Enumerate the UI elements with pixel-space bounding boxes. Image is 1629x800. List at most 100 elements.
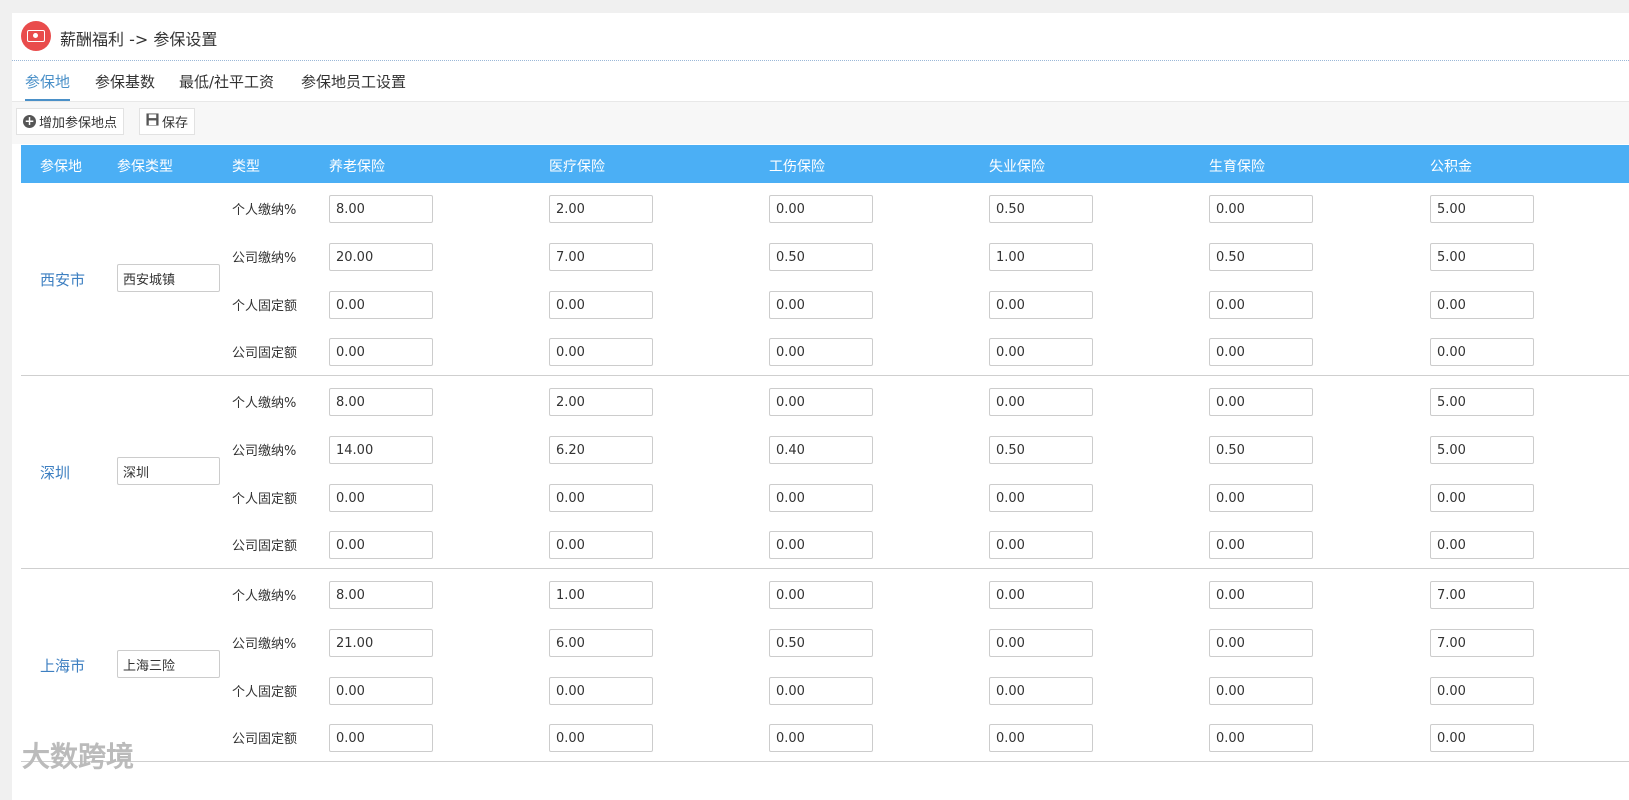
rate-input[interactable] [989, 677, 1093, 705]
rate-input[interactable] [549, 724, 653, 752]
rate-input[interactable] [989, 291, 1093, 319]
rate-input[interactable] [1430, 581, 1534, 609]
location-name[interactable]: 上海市 [40, 655, 85, 676]
rate-input[interactable] [769, 243, 873, 271]
insurance-type-input[interactable] [117, 264, 220, 292]
rate-input[interactable] [1209, 629, 1313, 657]
rate-input[interactable] [769, 338, 873, 366]
location-name[interactable]: 深圳 [40, 462, 70, 483]
row-type-label: 个人缴纳% [232, 203, 297, 218]
rate-input[interactable] [1430, 195, 1534, 223]
header-type: 类型 [232, 159, 260, 175]
header-insurance-type: 参保类型 [117, 159, 173, 175]
rate-input[interactable] [549, 677, 653, 705]
rate-input[interactable] [329, 243, 433, 271]
rate-input[interactable] [989, 243, 1093, 271]
rate-input[interactable] [1430, 291, 1534, 319]
rate-input[interactable] [1430, 436, 1534, 464]
rate-input[interactable] [1430, 724, 1534, 752]
rate-input[interactable] [769, 388, 873, 416]
rate-input[interactable] [989, 531, 1093, 559]
rate-input[interactable] [549, 388, 653, 416]
rate-input[interactable] [769, 724, 873, 752]
location-group: 深圳 个人缴纳% 公司缴纳% 个人固定额公司固定额 [21, 376, 1629, 569]
insurance-type-input[interactable] [117, 457, 220, 485]
rate-input[interactable] [1430, 677, 1534, 705]
rate-input[interactable] [1209, 436, 1313, 464]
rate-input[interactable] [329, 531, 433, 559]
rate-input[interactable] [329, 629, 433, 657]
row-type-label: 公司缴纳% [232, 251, 297, 266]
rate-input[interactable] [1430, 629, 1534, 657]
rate-input[interactable] [1209, 484, 1313, 512]
rate-input[interactable] [549, 531, 653, 559]
rate-input[interactable] [769, 436, 873, 464]
rate-input[interactable] [989, 724, 1093, 752]
rate-input[interactable] [1209, 531, 1313, 559]
rate-input[interactable] [549, 291, 653, 319]
tab-min-avg-wage[interactable]: 最低/社平工资 [179, 71, 274, 101]
header-location: 参保地 [40, 159, 82, 175]
rate-input[interactable] [989, 195, 1093, 223]
insurance-type-input[interactable] [117, 650, 220, 678]
rate-input[interactable] [769, 195, 873, 223]
rate-input[interactable] [1209, 195, 1313, 223]
row-type-label: 个人缴纳% [232, 589, 297, 604]
rate-input[interactable] [329, 291, 433, 319]
rate-input[interactable] [769, 581, 873, 609]
rate-input[interactable] [769, 484, 873, 512]
save-button[interactable]: 保存 [139, 108, 196, 135]
tab-insurance-base[interactable]: 参保基数 [95, 71, 155, 101]
rate-input[interactable] [549, 629, 653, 657]
rate-input[interactable] [1209, 724, 1313, 752]
rate-input[interactable] [549, 436, 653, 464]
rate-input[interactable] [549, 338, 653, 366]
rate-input[interactable] [1430, 388, 1534, 416]
rate-input[interactable] [1209, 581, 1313, 609]
rate-input[interactable] [989, 338, 1093, 366]
rate-input[interactable] [769, 531, 873, 559]
rate-input[interactable] [769, 291, 873, 319]
rate-input[interactable] [1430, 484, 1534, 512]
rate-input[interactable] [989, 581, 1093, 609]
location-group: 上海市 个人缴纳% 公司缴纳% 个人固定额公司固定额 [21, 569, 1629, 762]
rate-input[interactable] [1209, 338, 1313, 366]
rate-input[interactable] [769, 629, 873, 657]
rate-input[interactable] [989, 484, 1093, 512]
rate-input[interactable] [549, 484, 653, 512]
tab-location-employee-settings[interactable]: 参保地员工设置 [301, 71, 406, 101]
rate-input[interactable] [329, 677, 433, 705]
rate-input[interactable] [329, 195, 433, 223]
rate-input[interactable] [989, 629, 1093, 657]
header-unemployment: 失业保险 [989, 159, 1045, 175]
header-maternity: 生育保险 [1209, 159, 1265, 175]
rate-input[interactable] [549, 195, 653, 223]
rate-input[interactable] [1430, 338, 1534, 366]
rate-input[interactable] [329, 436, 433, 464]
rate-input[interactable] [1209, 243, 1313, 271]
rate-input[interactable] [329, 388, 433, 416]
rate-input[interactable] [989, 436, 1093, 464]
salary-card-icon [21, 21, 51, 51]
rate-input[interactable] [549, 243, 653, 271]
rate-input[interactable] [329, 724, 433, 752]
rate-input[interactable] [1430, 531, 1534, 559]
rate-input[interactable] [1209, 388, 1313, 416]
location-name[interactable]: 西安市 [40, 269, 85, 290]
rate-input[interactable] [769, 677, 873, 705]
add-location-button[interactable]: + 增加参保地点 [16, 108, 125, 135]
tab-bar: 参保地 参保基数 最低/社平工资 参保地员工设置 [12, 61, 1629, 102]
floppy-disk-icon [146, 113, 159, 130]
page-title: 薪酬福利 -> 参保设置 [60, 30, 218, 49]
rate-input[interactable] [549, 581, 653, 609]
header-medical: 医疗保险 [549, 159, 605, 175]
rate-input[interactable] [329, 484, 433, 512]
rate-input[interactable] [1209, 677, 1313, 705]
rate-input[interactable] [329, 338, 433, 366]
rate-input[interactable] [329, 581, 433, 609]
rate-input[interactable] [1430, 243, 1534, 271]
tab-insurance-location[interactable]: 参保地 [25, 71, 71, 101]
rate-input[interactable] [1209, 291, 1313, 319]
rate-input[interactable] [989, 388, 1093, 416]
header-housing-fund: 公积金 [1430, 159, 1472, 175]
